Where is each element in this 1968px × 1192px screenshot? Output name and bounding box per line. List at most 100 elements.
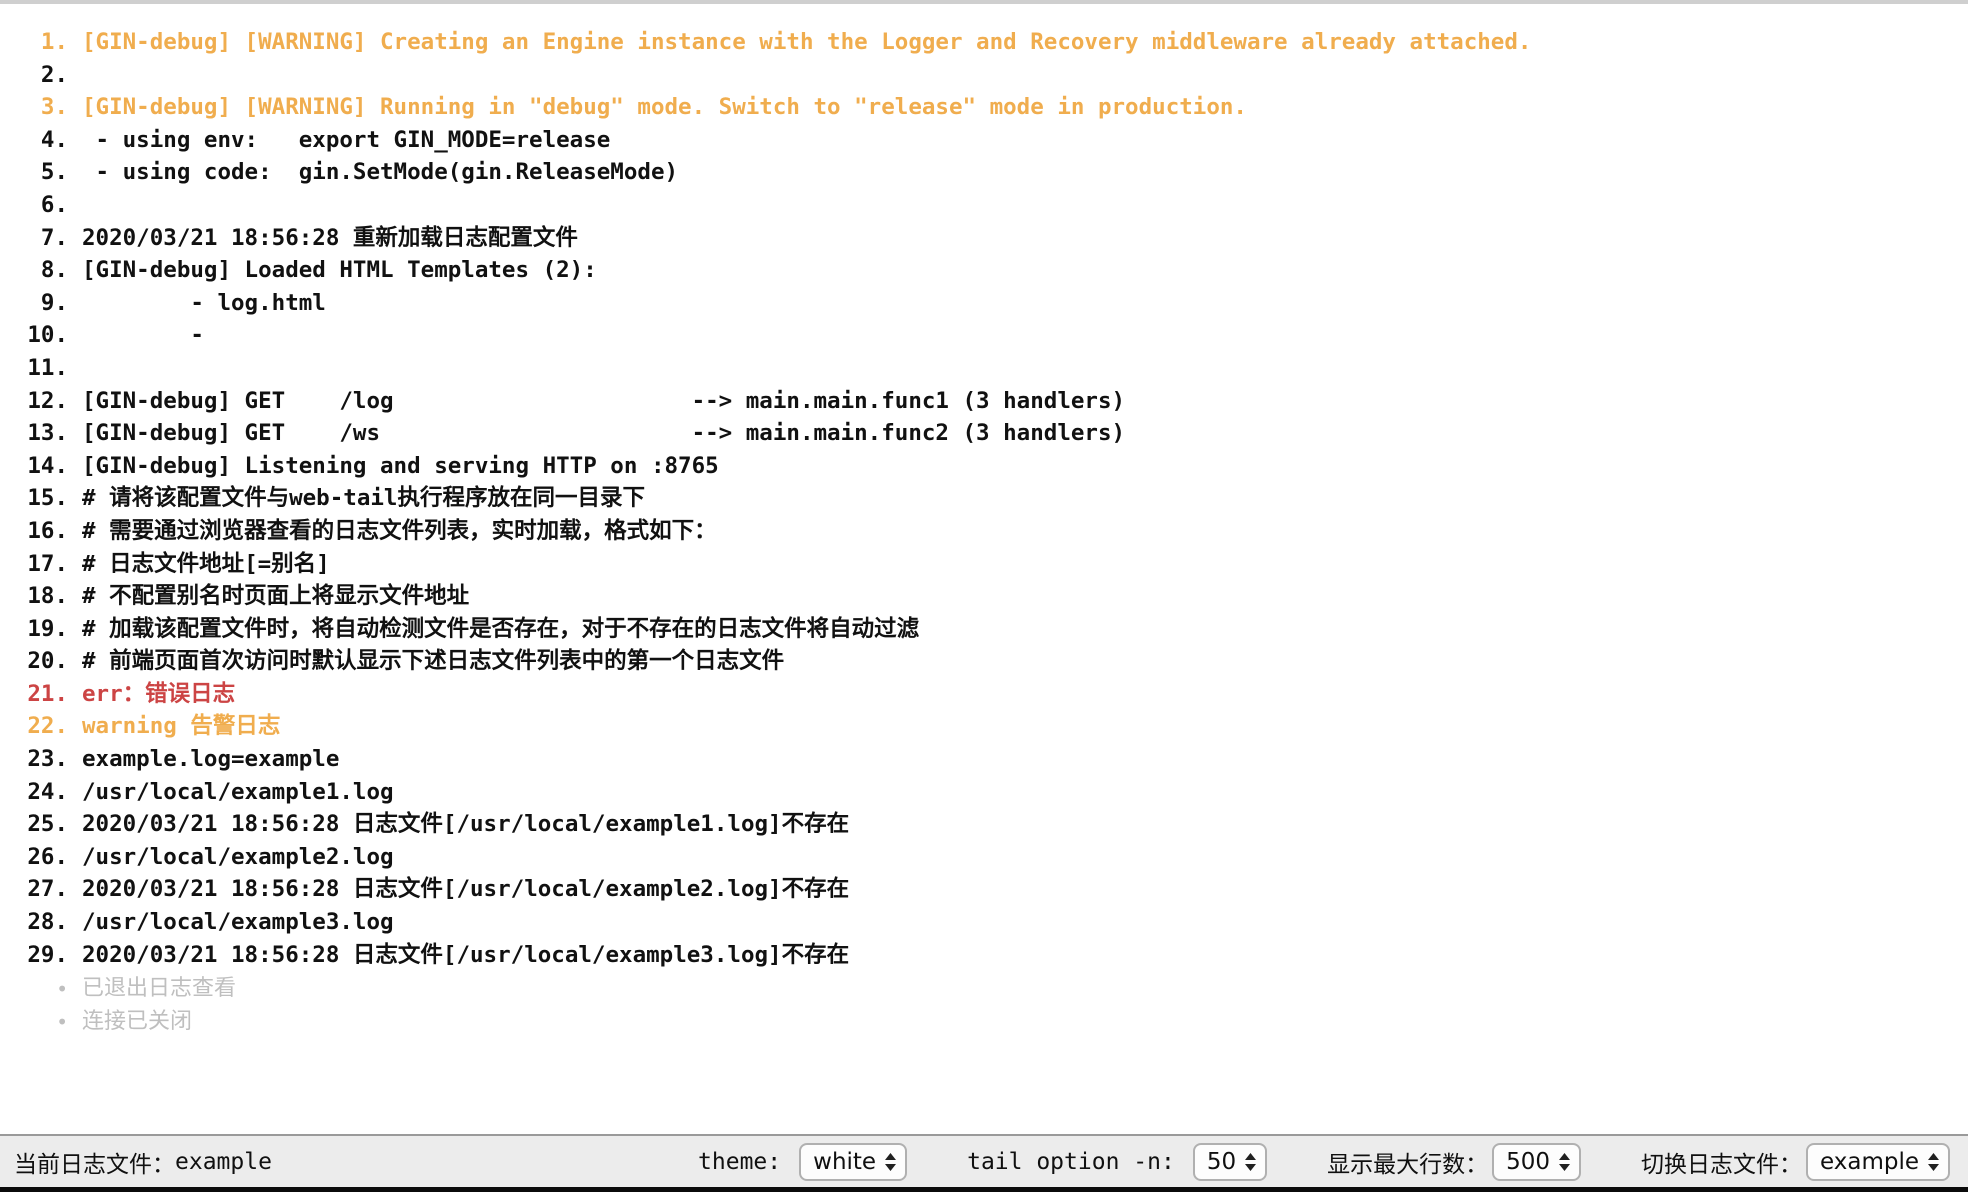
chevron-updown-icon: [1927, 1151, 1940, 1173]
log-line: 19. # 加载该配置文件时，将自动检测文件是否存在，对于不存在的日志文件将自动过…: [0, 613, 1968, 646]
log-line: 2.: [0, 59, 1968, 92]
log-viewer-app: 1. [GIN-debug] [WARNING] Creating an Engi…: [0, 0, 1968, 1192]
status-message-list: • 已退出日志查看 • 连接已关闭: [0, 973, 1968, 1038]
log-line-number: 21.: [27, 680, 68, 707]
log-line-number: 17.: [27, 550, 68, 577]
log-line-number: 7.: [40, 224, 68, 251]
log-line-number: 5.: [40, 159, 68, 186]
log-line-text: # 前端页面首次访问时默认显示下述日志文件列表中的第一个日志文件: [82, 648, 785, 675]
log-line-text: # 加载该配置文件时，将自动检测文件是否存在，对于不存在的日志文件将自动过滤: [82, 615, 920, 642]
log-line-text: - log.html: [82, 289, 326, 316]
max-lines-value: 500: [1506, 1148, 1550, 1175]
log-line: 5. - using code: gin.SetMode(gin.Release…: [0, 156, 1968, 189]
chevron-updown-icon: [1244, 1151, 1257, 1173]
log-line-number: 16.: [27, 517, 68, 544]
log-line-number: 9.: [40, 289, 68, 316]
status-message-text: 连接已关闭: [82, 1008, 193, 1034]
log-line: 15. # 请将该配置文件与web-tail执行程序放在同一目录下: [0, 482, 1968, 515]
log-line-number: 24.: [27, 778, 68, 805]
switch-file-select[interactable]: example: [1806, 1142, 1950, 1181]
log-line: 17. # 日志文件地址[=别名]: [0, 548, 1968, 581]
log-line-text: - using code: gin.SetMode(gin.ReleaseMod…: [82, 159, 679, 186]
log-line: 13. [GIN-debug] GET /ws --> main.main.fun…: [0, 417, 1968, 450]
switch-file-value: example: [1820, 1148, 1919, 1175]
max-lines-label: 显示最大行数：: [1327, 1151, 1489, 1178]
log-line: 6.: [0, 189, 1968, 222]
log-line-number: 20.: [27, 648, 68, 675]
log-line-number: 28.: [27, 909, 68, 936]
log-line-text: err：错误日志: [82, 680, 236, 707]
log-line-text: 2020/03/21 18:56:28 日志文件[/usr/local/exam…: [82, 811, 850, 838]
log-line-text: # 不配置别名时页面上将显示文件地址: [82, 583, 470, 610]
log-line: 18. # 不配置别名时页面上将显示文件地址: [0, 580, 1968, 613]
log-line: 28. /usr/local/example3.log: [0, 906, 1968, 939]
chevron-updown-icon: [884, 1151, 897, 1173]
log-line-text: [GIN-debug] [WARNING] Creating an Engine…: [82, 29, 1532, 55]
log-line: 20. # 前端页面首次访问时默认显示下述日志文件列表中的第一个日志文件: [0, 645, 1968, 678]
log-line-number: 25.: [27, 811, 68, 838]
bottom-toolbar: 当前日志文件： example theme: white tail option…: [0, 1134, 1968, 1192]
bullet-icon: •: [56, 977, 68, 1002]
log-line: 3. [GIN-debug] [WARNING] Running in "debu…: [0, 91, 1968, 124]
log-line-number: 4.: [40, 126, 68, 153]
log-line-number: 12.: [27, 387, 68, 414]
log-line-text: [GIN-debug] GET /log --> main.main.func1…: [82, 387, 1126, 414]
bullet-icon: •: [56, 1009, 68, 1034]
theme-select[interactable]: white: [799, 1142, 908, 1181]
log-line-number: 6.: [40, 191, 68, 218]
switch-file-group: 切换日志文件： example: [1641, 1142, 1954, 1181]
log-line: 1. [GIN-debug] [WARNING] Creating an Engi…: [0, 26, 1968, 59]
log-line-number: 1.: [40, 29, 68, 55]
current-file-value: example: [175, 1148, 272, 1175]
log-line: 11.: [0, 352, 1968, 385]
log-line-number: 2.: [40, 61, 68, 88]
tail-option-select[interactable]: 50: [1192, 1142, 1268, 1181]
log-line-text: [GIN-debug] Loaded HTML Templates (2):: [82, 257, 597, 284]
log-line-text: 2020/03/21 18:56:28 日志文件[/usr/local/exam…: [82, 941, 850, 968]
log-line-number: 19.: [27, 615, 68, 642]
log-line-number: 23.: [27, 746, 68, 773]
tail-option-group: tail option -n: 50: [967, 1142, 1271, 1181]
log-line: 9. - log.html: [0, 287, 1968, 320]
log-line: 24. /usr/local/example1.log: [0, 776, 1968, 809]
top-divider: [0, 0, 1968, 4]
status-message-text: 已退出日志查看: [82, 976, 237, 1002]
log-line-number: 11.: [27, 354, 68, 381]
log-line: 25. 2020/03/21 18:56:28 日志文件[/usr/local/e…: [0, 808, 1968, 841]
current-file-label: 当前日志文件：: [14, 1151, 175, 1178]
log-line: 10. -: [0, 319, 1968, 352]
log-line-text: [GIN-debug] GET /ws --> main.main.func2 …: [82, 420, 1126, 447]
current-file-group: 当前日志文件： example: [14, 1145, 272, 1179]
switch-file-label: 切换日志文件：: [1641, 1151, 1802, 1178]
log-line-text: # 请将该配置文件与web-tail执行程序放在同一目录下: [82, 485, 645, 512]
tail-option-value: 50: [1206, 1148, 1237, 1175]
log-line: 4. - using env: export GIN_MODE=release: [0, 124, 1968, 157]
log-output-area[interactable]: 1. [GIN-debug] [WARNING] Creating an Engi…: [0, 8, 1968, 1134]
theme-group: theme: white: [698, 1142, 911, 1181]
log-line-number: 13.: [27, 420, 68, 447]
log-line: 29. 2020/03/21 18:56:28 日志文件[/usr/local/e…: [0, 939, 1968, 972]
log-line-text: example.log=example: [82, 746, 340, 773]
log-line: 26. /usr/local/example2.log: [0, 841, 1968, 874]
log-line: 23. example.log=example: [0, 743, 1968, 776]
log-line: 14. [GIN-debug] Listening and serving HTT…: [0, 450, 1968, 483]
log-line-text: -: [82, 322, 204, 349]
log-line-number: 26.: [27, 843, 68, 870]
log-line-number: 14.: [27, 452, 68, 479]
log-line-text: # 日志文件地址[=别名]: [82, 550, 330, 577]
log-line-text: 2020/03/21 18:56:28 日志文件[/usr/local/exam…: [82, 876, 850, 903]
log-line-number: 27.: [27, 876, 68, 903]
max-lines-group: 显示最大行数： 500: [1327, 1142, 1585, 1181]
log-line: 7. 2020/03/21 18:56:28 重新加载日志配置文件: [0, 222, 1968, 255]
log-line: 22. warning 告警日志: [0, 710, 1968, 743]
log-line-number: 22.: [27, 713, 68, 740]
log-line-number: 3.: [40, 94, 68, 121]
theme-label: theme:: [698, 1148, 782, 1175]
log-line-text: /usr/local/example3.log: [82, 909, 394, 936]
status-message: • 已退出日志查看: [0, 973, 1968, 1006]
log-line: 21. err：错误日志: [0, 678, 1968, 711]
theme-select-value: white: [813, 1148, 877, 1175]
max-lines-select[interactable]: 500: [1492, 1142, 1581, 1181]
log-line: 12. [GIN-debug] GET /log --> main.main.fu…: [0, 385, 1968, 418]
log-line-number: 10.: [27, 322, 68, 349]
